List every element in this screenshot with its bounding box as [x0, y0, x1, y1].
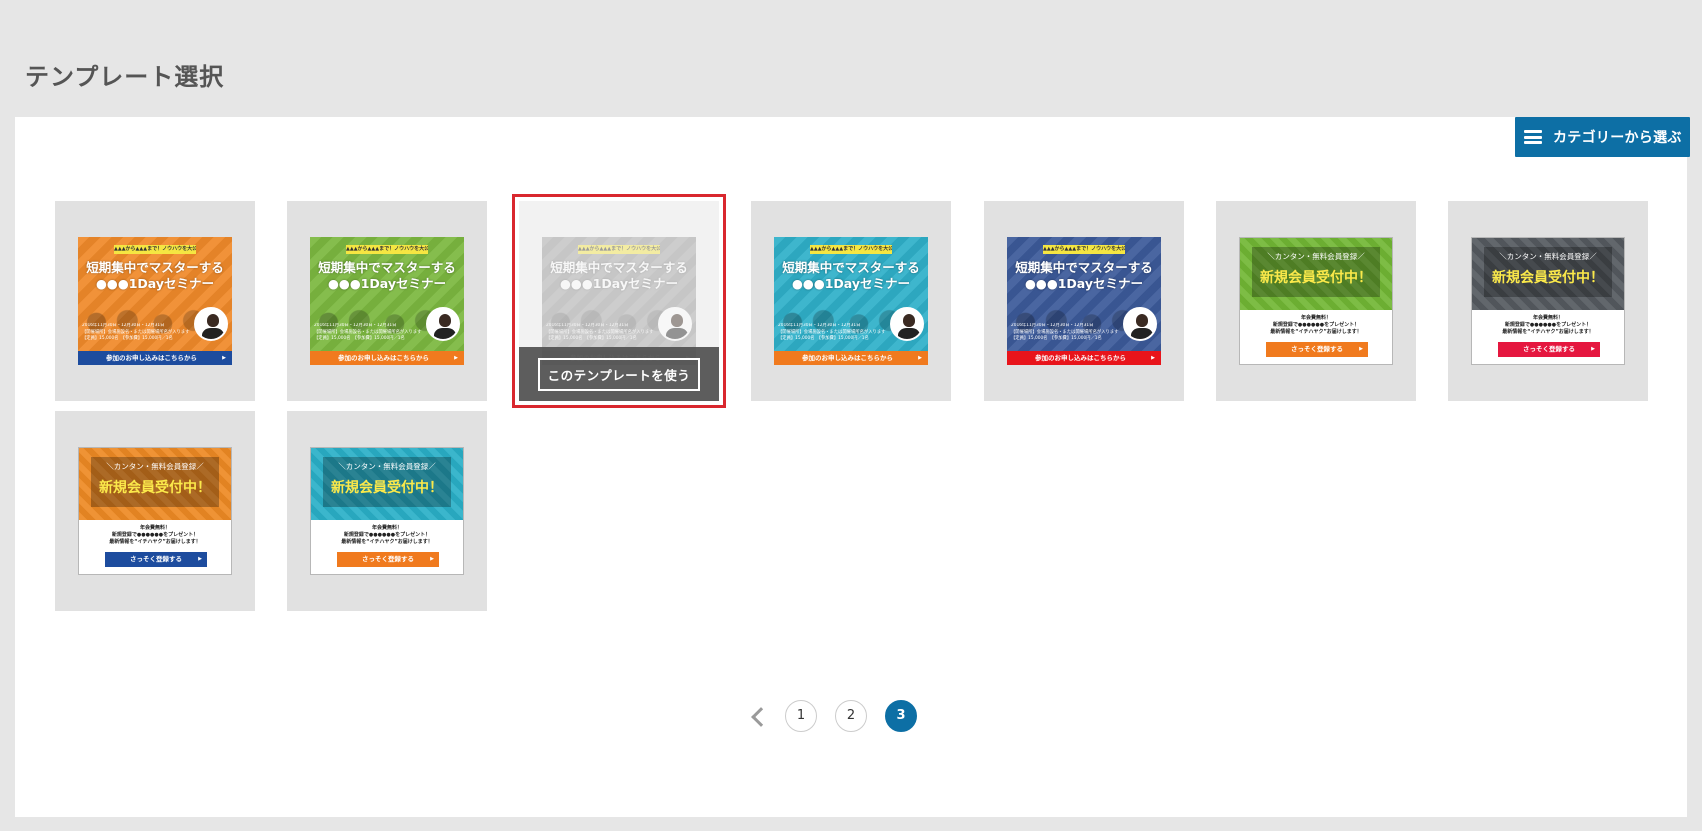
use-template-button[interactable]: このテンプレートを使う [537, 357, 701, 391]
seminar-cta-bar: 参加のお申し込みはこちらから [310, 351, 464, 365]
seminar-subheading: ●●●1Dayセミナー [560, 276, 678, 291]
speaker-avatar [194, 307, 228, 341]
seminar-tag: ▲▲▲から▲▲▲まで！ノウハウを大公開！ [114, 245, 196, 254]
member-line-3: 最新情報を“イチハヤク”お届けします！ [341, 539, 433, 545]
member-title: 新規会員受付中！ [99, 480, 211, 496]
template-thumbnail: ＼カンタン・無料会員登録／ 新規会員受付中！ 年会費無料！ 新規登録で●●●●●●をプ… [1471, 237, 1625, 365]
seminar-subheading: ●●●1Dayセミナー [1025, 276, 1143, 291]
member-cta-button: さっそく登録する [1266, 342, 1368, 357]
template-card[interactable]: ＼カンタン・無料会員登録／ 新規会員受付中！ 年会費無料！ 新規登録で●●●●●●をプ… [1448, 201, 1648, 401]
speaker-avatar [890, 307, 924, 341]
member-line-1: 年会費無料！ [1532, 315, 1563, 321]
template-card[interactable]: ▲▲▲から▲▲▲まで！ノウハウを大公開！短期集中でマスターする●●●1Dayセミ… [984, 201, 1184, 401]
seminar-cta-bar: 参加のお申し込みはこちらから [774, 351, 928, 365]
member-line-1: 年会費無料！ [1300, 315, 1331, 321]
member-line-3: 最新情報を“イチハヤク”お届けします！ [1270, 329, 1362, 335]
seminar-info: 2016年11月30日・12月30日・12月31日 【開催場所】会場施設名・または… [82, 323, 192, 343]
member-line-2: 新規登録で●●●●●●をプレゼント！ [343, 532, 431, 538]
member-subtitle: ＼カンタン・無料会員登録／ [106, 462, 204, 471]
template-thumbnail: ▲▲▲から▲▲▲まで！ノウハウを大公開！短期集中でマスターする●●●1Dayセミ… [1007, 237, 1161, 365]
seminar-info: 2016年11月30日・12月30日・12月31日 【開催場所】会場施設名・または… [778, 323, 888, 343]
template-card[interactable]: ＼カンタン・無料会員登録／ 新規会員受付中！ 年会費無料！ 新規登録で●●●●●●をプ… [1216, 201, 1416, 401]
template-thumbnail: ＼カンタン・無料会員登録／ 新規会員受付中！ 年会費無料！ 新規登録で●●●●●●をプ… [310, 447, 464, 575]
seminar-tag: ▲▲▲から▲▲▲まで！ノウハウを大公開！ [578, 245, 660, 254]
template-card[interactable]: ▲▲▲から▲▲▲まで！ノウハウを大公開！短期集中でマスターする●●●1Dayセミ… [512, 194, 726, 408]
member-cta-button: さっそく登録する [337, 552, 439, 567]
category-select-button[interactable]: カテゴリーから選ぶ [1515, 117, 1690, 157]
category-select-label: カテゴリーから選ぶ [1553, 130, 1682, 146]
member-banner-header: ＼カンタン・無料会員登録／ 新規会員受付中！ [311, 448, 463, 520]
template-thumbnail: ▲▲▲から▲▲▲まで！ノウハウを大公開！短期集中でマスターする●●●1Dayセミ… [774, 237, 928, 365]
template-thumbnail: ▲▲▲から▲▲▲まで！ノウハウを大公開！短期集中でマスターする●●●1Dayセミ… [78, 237, 232, 365]
seminar-capacity: 【定員】15,000名 【参加費】15,000円／1名 [314, 336, 405, 341]
member-subtitle: ＼カンタン・無料会員登録／ [1499, 252, 1597, 261]
template-card[interactable]: ▲▲▲から▲▲▲まで！ノウハウを大公開！短期集中でマスターする●●●1Dayセミ… [55, 201, 255, 401]
seminar-info: 2016年11月30日・12月30日・12月31日 【開催場所】会場施設名・または… [546, 323, 656, 343]
seminar-tag: ▲▲▲から▲▲▲まで！ノウハウを大公開！ [1043, 245, 1125, 254]
page-button-1[interactable]: 1 [785, 700, 817, 732]
member-title: 新規会員受付中！ [331, 480, 443, 496]
member-line-2: 新規登録で●●●●●●をプレゼント！ [1504, 322, 1592, 328]
seminar-subheading: ●●●1Dayセミナー [792, 276, 910, 291]
member-line-2: 新規登録で●●●●●●をプレゼント！ [111, 532, 199, 538]
member-title: 新規会員受付中！ [1260, 270, 1372, 286]
member-line-2: 新規登録で●●●●●●をプレゼント！ [1272, 322, 1360, 328]
page-title: テンプレート選択 [25, 63, 225, 91]
template-thumbnail: ＼カンタン・無料会員登録／ 新規会員受付中！ 年会費無料！ 新規登録で●●●●●●をプ… [1239, 237, 1393, 365]
seminar-tag: ▲▲▲から▲▲▲まで！ノウハウを大公開！ [810, 245, 892, 254]
seminar-capacity: 【定員】15,000名 【参加費】15,000円／1名 [778, 336, 869, 341]
page-button-3-current[interactable]: 3 [885, 700, 917, 732]
member-line-1: 年会費無料！ [371, 525, 402, 531]
member-line-3: 最新情報を“イチハヤク”お届けします！ [109, 539, 201, 545]
member-banner-header: ＼カンタン・無料会員登録／ 新規会員受付中！ [1472, 238, 1624, 310]
seminar-capacity: 【定員】15,000名 【参加費】15,000円／1名 [546, 336, 637, 341]
speaker-avatar [426, 307, 460, 341]
use-template-overlay: このテンプレートを使う [519, 347, 719, 401]
template-thumbnail: ＼カンタン・無料会員登録／ 新規会員受付中！ 年会費無料！ 新規登録で●●●●●●をプ… [78, 447, 232, 575]
pagination: 1 2 3 [0, 700, 1702, 734]
seminar-subheading: ●●●1Dayセミナー [328, 276, 446, 291]
seminar-cta-bar: 参加のお申し込みはこちらから [1007, 351, 1161, 365]
member-subtitle: ＼カンタン・無料会員登録／ [1267, 252, 1365, 261]
member-line-1: 年会費無料！ [139, 525, 170, 531]
seminar-info: 2016年11月30日・12月30日・12月31日 【開催場所】会場施設名・または… [314, 323, 424, 343]
hamburger-menu-icon [1524, 130, 1542, 144]
speaker-avatar [1123, 307, 1157, 341]
seminar-capacity: 【定員】15,000名 【参加費】15,000円／1名 [1011, 336, 1102, 341]
member-banner-header: ＼カンタン・無料会員登録／ 新規会員受付中！ [79, 448, 231, 520]
speaker-avatar [658, 307, 692, 341]
seminar-tag: ▲▲▲から▲▲▲まで！ノウハウを大公開！ [346, 245, 428, 254]
template-card[interactable]: ▲▲▲から▲▲▲まで！ノウハウを大公開！短期集中でマスターする●●●1Dayセミ… [751, 201, 951, 401]
template-card[interactable]: ＼カンタン・無料会員登録／ 新規会員受付中！ 年会費無料！ 新規登録で●●●●●●をプ… [287, 411, 487, 611]
member-cta-button: さっそく登録する [105, 552, 207, 567]
member-cta-button: さっそく登録する [1498, 342, 1600, 357]
template-thumbnail: ▲▲▲から▲▲▲まで！ノウハウを大公開！短期集中でマスターする●●●1Dayセミ… [310, 237, 464, 365]
member-title: 新規会員受付中！ [1492, 270, 1604, 286]
template-thumbnail: ▲▲▲から▲▲▲まで！ノウハウを大公開！短期集中でマスターする●●●1Dayセミ… [542, 237, 696, 365]
template-card[interactable]: ▲▲▲から▲▲▲まで！ノウハウを大公開！短期集中でマスターする●●●1Dayセミ… [287, 201, 487, 401]
member-subtitle: ＼カンタン・無料会員登録／ [338, 462, 436, 471]
seminar-info: 2016年11月30日・12月30日・12月31日 【開催場所】会場施設名・または… [1011, 323, 1121, 343]
member-line-3: 最新情報を“イチハヤク”お届けします！ [1502, 329, 1594, 335]
seminar-subheading: ●●●1Dayセミナー [96, 276, 214, 291]
seminar-capacity: 【定員】15,000名 【参加費】15,000円／1名 [82, 336, 173, 341]
page-button-2[interactable]: 2 [835, 700, 867, 732]
seminar-cta-bar: 参加のお申し込みはこちらから [78, 351, 232, 365]
chevron-left-icon[interactable] [748, 705, 768, 727]
member-banner-header: ＼カンタン・無料会員登録／ 新規会員受付中！ [1240, 238, 1392, 310]
template-card[interactable]: ＼カンタン・無料会員登録／ 新規会員受付中！ 年会費無料！ 新規登録で●●●●●●をプ… [55, 411, 255, 611]
